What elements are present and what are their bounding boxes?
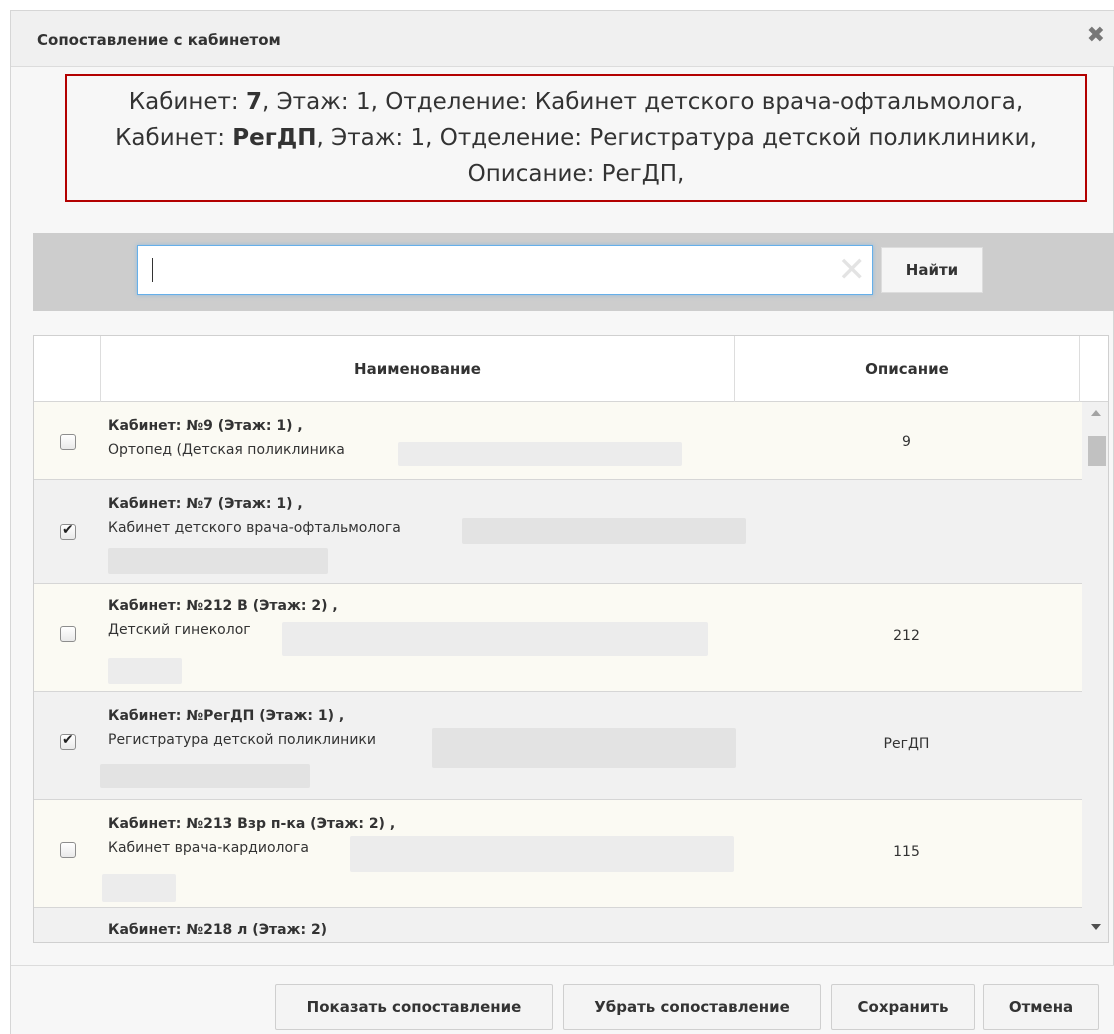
header-description[interactable]: Описание [734, 336, 1079, 402]
room-title: Кабинет: №7 (Этаж: 1) , [108, 496, 303, 512]
table-scrollbar[interactable] [1082, 402, 1108, 942]
redacted-text [282, 622, 708, 656]
summary-room-number: 7 [245, 89, 262, 115]
remove-mapping-button[interactable]: Убрать сопоставление [563, 984, 821, 1030]
redacted-text [398, 442, 682, 466]
room-title: Кабинет: №РегДП (Этаж: 1) , [108, 708, 345, 724]
room-department: Кабинет детского врача-офтальмолога [108, 520, 401, 536]
dialog-footer: Показать сопоставление Убрать сопоставле… [11, 965, 1114, 1034]
summary-details: , Этаж: 1, Отделение: Регистратура детск… [316, 125, 1037, 151]
summary-line-1: Кабинет: 7, Этаж: 1, Отделение: Кабинет … [67, 84, 1085, 120]
mapping-dialog: Сопоставление с кабинетом ✖ Кабинет: 7, … [10, 10, 1114, 1034]
row-checkbox[interactable] [60, 732, 76, 750]
table-row[interactable]: Кабинет: №213 Взр п-ка (Этаж: 2) , Кабин… [34, 800, 1082, 908]
table-row[interactable]: Кабинет: №7 (Этаж: 1) , Кабинет детского… [34, 480, 1082, 584]
room-department: Детский гинеколог [108, 622, 251, 638]
header-name[interactable]: Наименование [100, 336, 734, 402]
table-row[interactable]: Кабинет: №218 л (Этаж: 2) [34, 908, 1082, 942]
room-description: РегДП [883, 736, 930, 752]
scroll-up-icon[interactable] [1091, 410, 1101, 416]
table-row[interactable]: Кабинет: №9 (Этаж: 1) , Ортопед (Детская… [34, 402, 1082, 480]
header-spacer [1079, 336, 1108, 402]
redacted-text [108, 658, 182, 684]
rooms-table: Наименование Описание Кабинет: №9 (Этаж:… [33, 335, 1109, 943]
summary-line-2: Кабинет: РегДП, Этаж: 1, Отделение: Реги… [67, 120, 1085, 156]
close-icon[interactable]: ✖ [1087, 25, 1105, 47]
summary-room-number: РегДП [232, 125, 317, 151]
dialog-titlebar[interactable]: Сопоставление с кабинетом ✖ [11, 11, 1114, 67]
redacted-text [100, 764, 310, 788]
room-title: Кабинет: №213 Взр п-ка (Этаж: 2) , [108, 816, 396, 832]
row-checkbox[interactable] [60, 626, 76, 642]
table-row[interactable]: Кабинет: №212 В (Этаж: 2) , Детский гине… [34, 584, 1082, 692]
redacted-text [102, 874, 176, 902]
room-title: Кабинет: №212 В (Этаж: 2) , [108, 598, 338, 614]
header-checkbox-column [34, 336, 100, 402]
search-input[interactable] [138, 246, 828, 294]
table-header: Наименование Описание [34, 336, 1108, 402]
find-button[interactable]: Найти [881, 247, 983, 293]
redacted-text [432, 728, 736, 768]
selected-rooms-summary: Кабинет: 7, Этаж: 1, Отделение: Кабинет … [65, 74, 1087, 202]
room-department: Регистратура детской поликлиники [108, 732, 376, 748]
row-checkbox[interactable] [60, 842, 76, 858]
room-title: Кабинет: №218 л (Этаж: 2) [108, 922, 328, 938]
room-title: Кабинет: №9 (Этаж: 1) , [108, 418, 303, 434]
show-mapping-button[interactable]: Показать сопоставление [275, 984, 553, 1030]
redacted-text [462, 518, 746, 544]
redacted-text [108, 548, 328, 574]
room-description: 115 [893, 844, 920, 860]
save-button[interactable]: Сохранить [831, 984, 975, 1030]
row-checkbox[interactable] [60, 522, 76, 540]
room-description: 9 [902, 434, 911, 450]
summary-details: , Этаж: 1, Отделение: Кабинет детского в… [262, 89, 1024, 115]
dialog-title: Сопоставление с кабинетом [37, 31, 281, 49]
search-bar: ✕ Найти [33, 233, 1114, 311]
room-department: Кабинет врача-кардиолога [108, 840, 309, 856]
summary-line-3: Описание: РегДП, [467, 161, 685, 187]
scroll-down-icon[interactable] [1091, 924, 1101, 930]
cancel-button[interactable]: Отмена [983, 984, 1099, 1030]
room-description: 212 [893, 628, 920, 644]
redacted-text [350, 836, 734, 872]
row-checkbox[interactable] [60, 434, 76, 450]
search-field[interactable]: ✕ [137, 245, 873, 295]
summary-label: Кабинет: [128, 89, 246, 115]
summary-label: Кабинет: [115, 125, 233, 151]
clear-icon[interactable]: ✕ [838, 252, 867, 288]
text-cursor [152, 258, 153, 282]
room-department: Ортопед (Детская поликлиника [108, 442, 345, 458]
scrollbar-thumb[interactable] [1088, 436, 1106, 466]
table-row[interactable]: Кабинет: №РегДП (Этаж: 1) , Регистратура… [34, 692, 1082, 800]
